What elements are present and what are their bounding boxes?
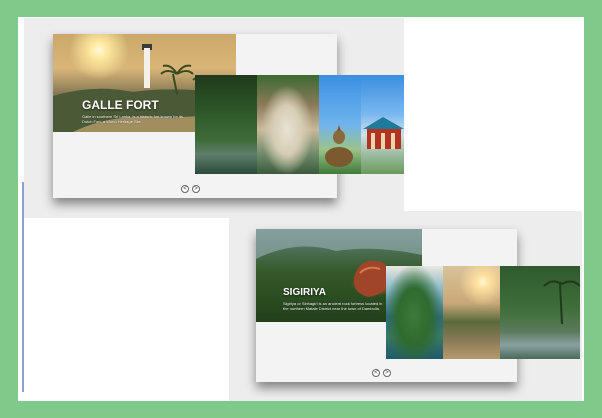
prev-arrow-button[interactable]: < (372, 369, 380, 377)
palm-icon (543, 280, 581, 325)
thumb-temple-roof[interactable] (361, 75, 404, 174)
slide-whitespace (236, 34, 337, 74)
thumb-coast-aerial[interactable] (386, 266, 443, 359)
thumb-forest-lake[interactable] (195, 75, 257, 174)
thumb-sunset-coast[interactable] (443, 266, 500, 359)
buddha-icon (325, 125, 353, 167)
slide-nav: < > (181, 185, 200, 193)
next-arrow-button[interactable]: > (192, 185, 200, 193)
thumb-palm-lake[interactable] (500, 266, 581, 359)
slide-description: Sigiriya or Sinhagiri is an ancient rock… (283, 301, 383, 311)
next-arrow-button[interactable]: > (383, 369, 391, 377)
slide-title: SIGIRIYA (283, 287, 326, 298)
temple-icon (363, 117, 404, 149)
thumb-rock-beach-aerial[interactable] (257, 75, 319, 174)
slide-whitespace (422, 229, 517, 266)
slide-description: Galle in southern Sri Lanka, is a histor… (82, 114, 183, 124)
thumb-buddha-statue[interactable] (319, 75, 361, 174)
prev-arrow-button[interactable]: < (181, 185, 189, 193)
slide-nav: < > (372, 369, 391, 377)
slide-title: GALLE FORT (82, 98, 159, 112)
